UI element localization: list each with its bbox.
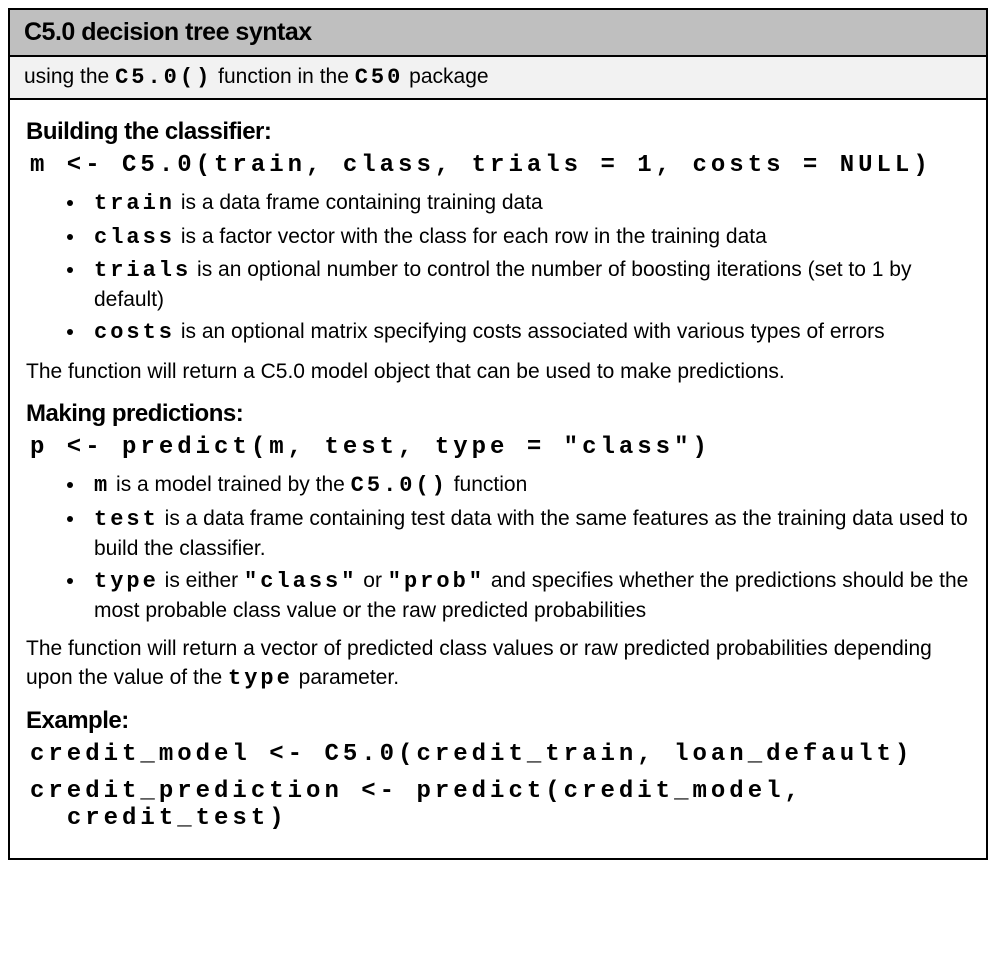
- list-item: test is a data frame containing test dat…: [86, 505, 970, 563]
- param-name: type: [94, 569, 159, 594]
- param-desc: is a data frame containing training data: [175, 191, 543, 214]
- subheader-prefix: using the: [24, 65, 115, 88]
- list-item: type is either "class" or "prob" and spe…: [86, 567, 970, 625]
- box-title: C5.0 decision tree syntax: [24, 18, 312, 46]
- predict-title: Making predictions:: [26, 400, 970, 428]
- subheader-suffix: package: [403, 65, 488, 88]
- build-code: m <- C5.0(train, class, trials = 1, cost…: [30, 152, 970, 179]
- param-name: train: [94, 191, 175, 216]
- build-params-list: train is a data frame containing trainin…: [26, 189, 970, 348]
- box-subheader: using the C5.0() function in the C50 pac…: [10, 57, 986, 100]
- subheader-mid: function in the: [212, 65, 354, 88]
- list-item: class is a factor vector with the class …: [86, 223, 970, 253]
- param-name: test: [94, 507, 159, 532]
- list-item: costs is an optional matrix specifying c…: [86, 318, 970, 348]
- param-desc: function: [448, 473, 527, 496]
- subheader-pkg: C50: [355, 65, 404, 90]
- build-title: Building the classifier:: [26, 118, 970, 146]
- param-desc: is a factor vector with the class for ea…: [175, 225, 767, 248]
- example-line-2: credit_prediction <- predict(credit_mode…: [30, 778, 970, 805]
- predict-note: The function will return a vector of pre…: [26, 635, 970, 693]
- param-val: "class": [244, 569, 357, 594]
- param-val: "prob": [388, 569, 485, 594]
- box-header: C5.0 decision tree syntax: [10, 10, 986, 57]
- note-code: type: [228, 666, 293, 691]
- param-name: trials: [94, 258, 191, 283]
- list-item: train is a data frame containing trainin…: [86, 189, 970, 219]
- param-desc: or: [357, 569, 387, 592]
- param-desc: is a data frame containing test data wit…: [94, 507, 968, 560]
- example-line-3: credit_test): [30, 805, 970, 832]
- predict-params-list: m is a model trained by the C5.0() funct…: [26, 471, 970, 625]
- list-item: m is a model trained by the C5.0() funct…: [86, 471, 970, 501]
- param-desc: is a model trained by the: [110, 473, 350, 496]
- subheader-fn: C5.0(): [115, 65, 212, 90]
- note-text: The function will return a vector of pre…: [26, 637, 932, 688]
- param-fn: C5.0(): [351, 473, 448, 498]
- build-note: The function will return a C5.0 model ob…: [26, 358, 970, 386]
- box-content: Building the classifier: m <- C5.0(train…: [10, 100, 986, 858]
- param-desc: is either: [159, 569, 244, 592]
- predict-code: p <- predict(m, test, type = "class"): [30, 434, 970, 461]
- note-text: parameter.: [293, 666, 399, 689]
- list-item: trials is an optional number to control …: [86, 256, 970, 314]
- syntax-box: C5.0 decision tree syntax using the C5.0…: [8, 8, 988, 860]
- param-name: m: [94, 473, 110, 498]
- param-name: costs: [94, 320, 175, 345]
- example-title: Example:: [26, 707, 970, 735]
- param-desc: is an optional matrix specifying costs a…: [175, 320, 885, 343]
- param-desc: is an optional number to control the num…: [94, 258, 911, 311]
- example-line-1: credit_model <- C5.0(credit_train, loan_…: [30, 741, 970, 768]
- param-name: class: [94, 225, 175, 250]
